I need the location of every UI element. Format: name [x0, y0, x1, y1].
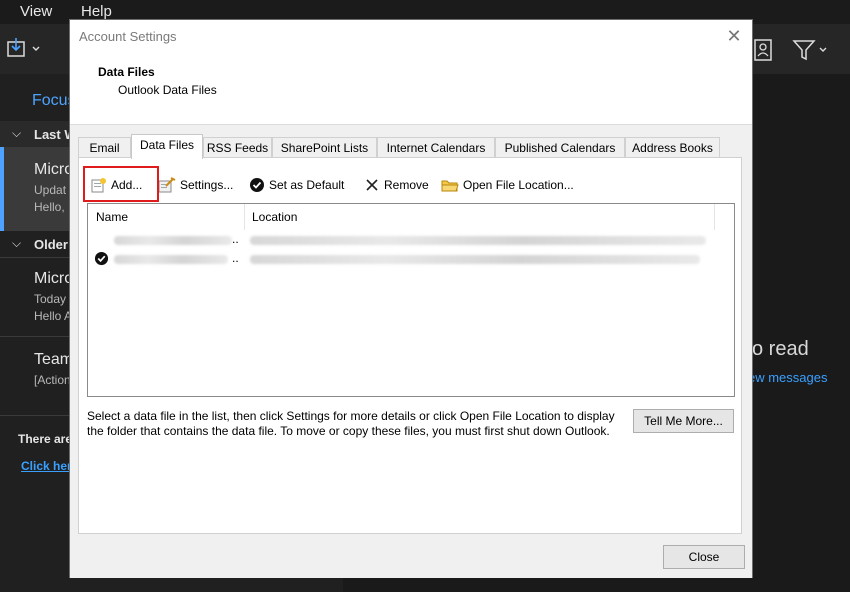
dialog-title: Account Settings [79, 29, 177, 44]
account-settings-dialog: Account Settings ✕ Data Files Outlook Da… [70, 20, 752, 578]
message-sender: Micro [34, 270, 74, 287]
header-subtitle: Outlook Data Files [118, 83, 217, 97]
message-subject: Today [34, 292, 67, 306]
filter-icon[interactable] [792, 38, 832, 67]
close-icon[interactable]: ✕ [724, 26, 744, 46]
message-preview: Hello, [34, 200, 65, 214]
column-divider[interactable] [244, 204, 245, 230]
tab-email[interactable]: Email [78, 137, 131, 157]
column-header-name[interactable]: Name [96, 204, 129, 230]
chevron-down-icon: ⌵ [12, 126, 22, 140]
tab-data-files[interactable]: Data Files [131, 134, 203, 159]
message-subject: Updat [34, 183, 67, 197]
tab-sharepoint-lists[interactable]: SharePoint Lists [272, 137, 377, 157]
redacted-file-location [250, 236, 706, 245]
checkmark-circle-icon [250, 178, 264, 192]
redacted-file-name [114, 255, 228, 264]
message-sender: Micro [34, 161, 74, 178]
remove-label: Remove [384, 178, 429, 192]
tab-published-calendars[interactable]: Published Calendars [495, 137, 625, 157]
data-files-list[interactable]: Name Location .. .. [87, 203, 735, 397]
file-name-ellipsis: .. [232, 232, 239, 246]
settings-label: Settings... [180, 178, 234, 192]
open-file-location-button[interactable]: Open File Location... [441, 175, 574, 195]
open-file-location-label: Open File Location... [463, 178, 574, 192]
close-button[interactable]: Close [663, 545, 745, 569]
message-subject: [Action [34, 373, 71, 387]
set-as-default-button[interactable]: Set as Default [249, 175, 344, 195]
default-checkmark-icon [94, 251, 109, 266]
settings-button[interactable]: Settings... [158, 175, 233, 195]
message-sender: Team [34, 351, 74, 368]
group-label: Older [34, 237, 68, 252]
settings-icon [158, 177, 176, 193]
file-name-ellipsis: .. [232, 251, 239, 265]
move-to-folder-icon[interactable] [6, 36, 42, 67]
tell-me-more-button[interactable]: Tell Me More... [633, 409, 734, 433]
message-preview: Hello A [34, 309, 73, 323]
contact-card-icon[interactable] [753, 38, 775, 67]
set-as-default-label: Set as Default [269, 178, 345, 192]
tab-address-books[interactable]: Address Books [625, 137, 720, 157]
reading-pane-link[interactable]: ew messages [748, 370, 827, 385]
footer-text: There are [18, 432, 73, 446]
header-title: Data Files [98, 65, 155, 79]
footer-link[interactable]: Click her [21, 459, 72, 473]
chevron-down-icon: ⌵ [12, 236, 22, 250]
help-text: Select a data file in the list, then cli… [87, 409, 615, 438]
column-header-location[interactable]: Location [252, 204, 298, 230]
tab-internet-calendars[interactable]: Internet Calendars [377, 137, 495, 157]
column-divider[interactable] [714, 204, 715, 230]
redacted-file-name [114, 236, 232, 245]
redacted-file-location [250, 255, 700, 264]
data-file-row[interactable]: .. [88, 250, 734, 268]
remove-x-icon [366, 179, 378, 191]
tab-rss-feeds[interactable]: RSS Feeds [203, 137, 272, 157]
reading-pane-text: o read [752, 338, 809, 360]
add-button-highlight [83, 166, 159, 202]
remove-button[interactable]: Remove [364, 175, 429, 195]
folder-icon [441, 180, 459, 192]
menu-view[interactable]: View [20, 3, 52, 20]
data-file-row[interactable]: .. [88, 231, 734, 249]
menu-help[interactable]: Help [81, 3, 112, 20]
